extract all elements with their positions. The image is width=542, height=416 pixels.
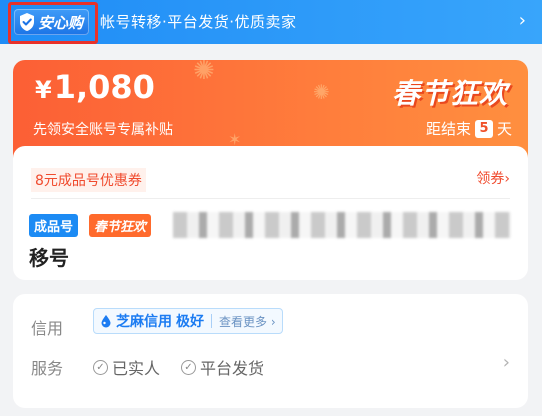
festival-title: 春节狂欢 xyxy=(391,77,508,110)
product-title: 移号 xyxy=(29,246,69,270)
shield-check-icon xyxy=(20,13,34,31)
chevron-right-icon[interactable]: › xyxy=(519,10,526,31)
check-circle-icon: ✓ xyxy=(181,359,196,375)
promo-subtitle: 先领安全账号专属补贴 xyxy=(33,122,173,138)
assurance-banner[interactable]: 安心购 帐号转移·平台发货·优质卖家 › xyxy=(0,0,542,44)
claim-label: 领券 xyxy=(476,171,505,187)
banner-text: 帐号转移·平台发货·优质卖家 xyxy=(100,13,297,31)
countdown-prefix: 距结束 xyxy=(425,120,471,138)
sesame-credit-badge[interactable]: 芝麻信用 极好 查看更多 › xyxy=(93,308,283,334)
product-card: 8元成品号优惠券 领券› 成品号 春节狂欢 移号 xyxy=(13,146,528,280)
chevron-right-icon: › xyxy=(504,171,510,187)
blurred-title-text xyxy=(173,212,511,238)
amount-value: 1,080 xyxy=(53,68,155,106)
claim-coupon-link[interactable]: 领券› xyxy=(476,168,510,188)
service-item-verified: ✓ 已实人 xyxy=(93,355,160,379)
countdown-unit: 天 xyxy=(496,120,512,138)
seller-info-card[interactable]: 信用 芝麻信用 极好 查看更多 › 服务 ✓ 已实人 ✓ 平台发货 › xyxy=(13,294,528,408)
sesame-brand: 芝麻信用 xyxy=(116,314,172,330)
subsidy-amount: ¥1,080 xyxy=(35,68,155,106)
firework-decoration-icon: ✺ xyxy=(193,60,215,86)
drop-icon xyxy=(101,315,111,328)
divider xyxy=(211,314,212,328)
service-text: 平台发货 xyxy=(200,359,265,378)
service-item-platform-delivery: ✓ 平台发货 xyxy=(181,355,264,379)
badge-label: 安心购 xyxy=(38,13,84,32)
credit-label: 信用 xyxy=(31,319,64,338)
countdown: 距结束 5 天 xyxy=(426,118,512,139)
chevron-right-icon[interactable]: › xyxy=(503,352,510,373)
service-text: 已实人 xyxy=(112,359,161,378)
service-label: 服务 xyxy=(31,359,64,378)
coupon-text: 8元成品号优惠券 xyxy=(31,168,146,192)
firework-decoration-icon: ✺ xyxy=(313,80,330,104)
assurance-badge: 安心购 xyxy=(14,9,90,35)
divider xyxy=(31,198,510,199)
festival-tag: 春节狂欢 xyxy=(89,214,152,237)
currency-symbol: ¥ xyxy=(35,76,52,104)
check-circle-icon: ✓ xyxy=(93,359,108,375)
view-more-link[interactable]: 查看更多 › xyxy=(219,313,276,330)
sesame-grade: 极好 xyxy=(176,314,204,330)
finished-account-tag: 成品号 xyxy=(29,214,79,237)
countdown-days: 5 xyxy=(474,119,493,138)
